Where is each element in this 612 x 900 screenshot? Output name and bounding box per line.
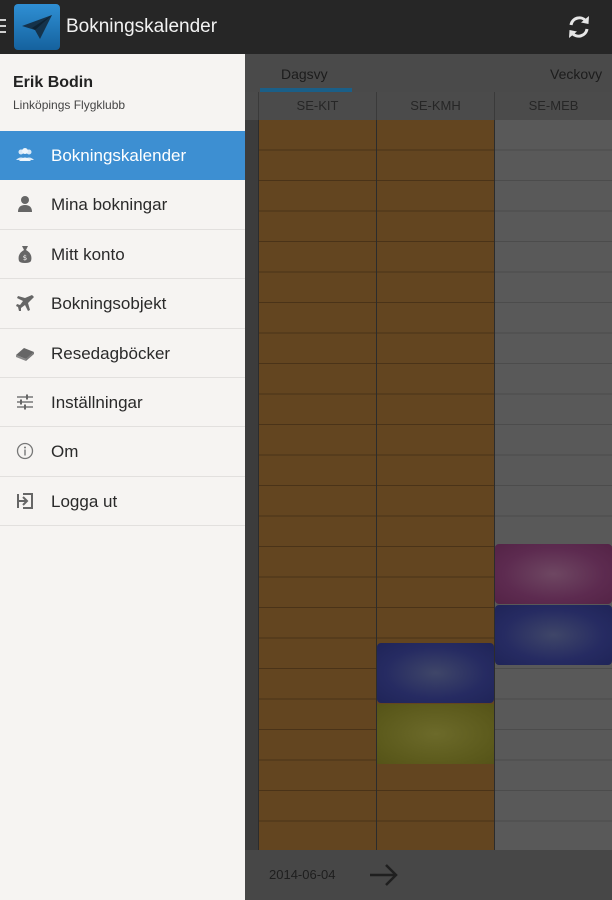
column-header: SE-KMH [376,92,494,120]
paper-plane-icon[interactable] [14,4,60,50]
drawer-indicator-icon[interactable] [0,19,6,35]
booking-block[interactable] [377,704,494,764]
booking-block[interactable] [377,643,494,703]
nav-item-installningar[interactable]: Inställningar [0,378,245,428]
time-gutter [245,120,258,850]
navigation-drawer: Erik Bodin Linköpings Flygklubb Boknings… [0,54,245,900]
person-icon [15,194,35,214]
book-icon [15,343,35,363]
nav-item-mitt-konto[interactable]: $ Mitt konto [0,230,245,280]
info-icon [15,441,35,461]
arrow-right-icon[interactable] [367,858,401,892]
nav-item-label: Bokningsobjekt [51,294,167,314]
nav-item-logga-ut[interactable]: Logga ut [0,477,245,527]
nav-item-label: Logga ut [51,491,118,511]
nav-item-label: Mina bokningar [51,195,168,215]
calendar-grid [245,120,612,850]
user-name: Erik Bodin [13,74,94,91]
nav-item-bokningskalender[interactable]: Bokningskalender [0,131,245,181]
nav-item-bokningsobjekt[interactable]: Bokningsobjekt [0,279,245,329]
app-title: Bokningskalender [66,16,218,37]
tab-veckovy[interactable]: Veckovy [550,66,602,82]
column-headers: SE-KIT SE-KMH SE-MEB [245,92,612,120]
nav-list: Bokningskalender Mina bokningar $ Mitt k… [0,131,245,527]
current-date: 2014-06-04 [269,867,336,882]
view-tabs: Dagsvy Veckovy [245,54,612,92]
money-bag-icon: $ [15,244,35,264]
booking-block[interactable] [495,544,612,604]
nav-item-label: Bokningskalender [51,146,187,165]
column-header: SE-KIT [258,92,376,120]
column-header: SE-MEB [494,92,612,120]
airplane-icon [15,293,35,313]
calendar-column[interactable] [258,120,376,850]
refresh-icon[interactable] [564,12,594,42]
nav-item-label: Inställningar [51,392,143,412]
nav-item-om[interactable]: Om [0,427,245,477]
booking-block[interactable] [495,605,612,665]
nav-item-mina-bokningar[interactable]: Mina bokningar [0,180,245,230]
nav-item-label: Mitt konto [51,244,125,264]
sliders-icon [15,392,35,412]
nav-item-label: Resedagböcker [51,343,171,363]
svg-text:$: $ [23,254,27,262]
tab-dagsvy[interactable]: Dagsvy [281,66,328,82]
logout-icon [15,491,35,511]
user-club: Linköpings Flygklubb [13,98,126,112]
calendar-view: Dagsvy Veckovy SE-KIT SE-KMH SE-MEB 2014… [245,54,612,900]
action-bar: Bokningskalender [0,0,612,54]
people-icon [15,145,35,165]
calendar-column[interactable] [494,120,612,850]
date-footer: 2014-06-04 [245,850,612,900]
nav-item-label: Om [51,442,79,462]
nav-item-resedagbocker[interactable]: Resedagböcker [0,329,245,378]
